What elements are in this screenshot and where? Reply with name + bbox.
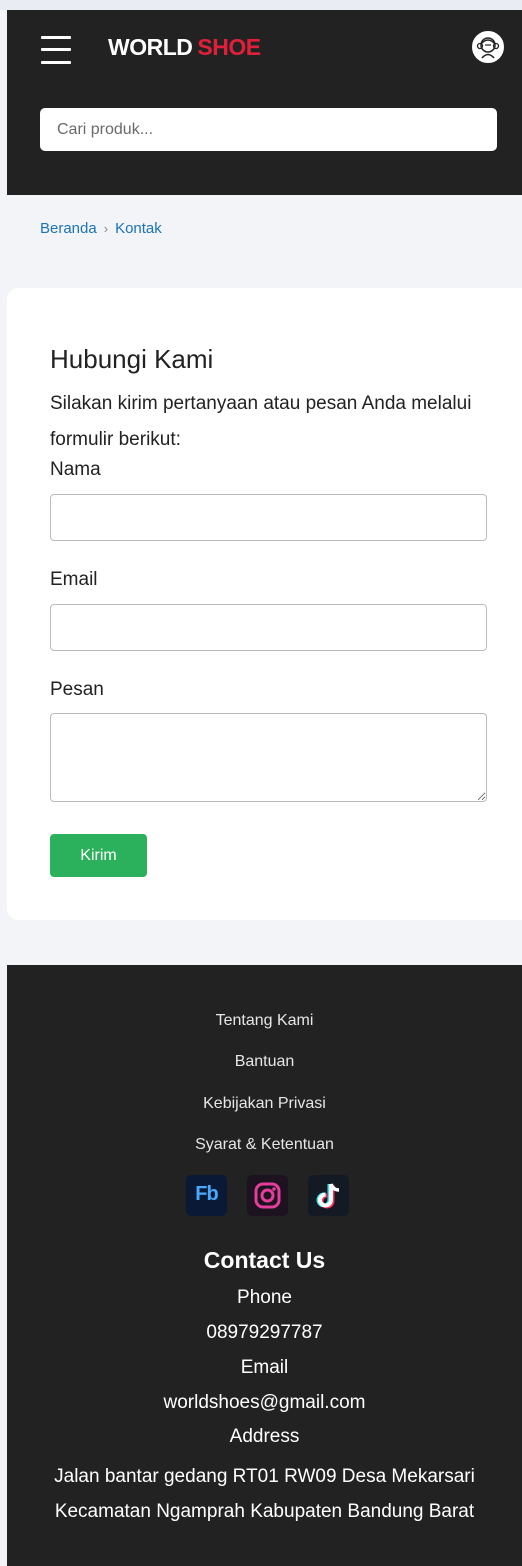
top-strip [0,0,522,10]
address-label: Address [229,1426,300,1447]
message-field[interactable] [50,713,487,802]
facebook-icon-label: Fb [195,1183,218,1205]
breadcrumb-home-link[interactable]: Beranda [40,220,97,237]
footer-link-terms[interactable]: Syarat & Ketentuan [7,1136,522,1154]
submit-button[interactable]: Kirim [50,834,147,877]
form-intro-text: Silakan kirim pertanyaan atau pesan Anda… [50,393,472,450]
logo-word-shoe: SHOE [197,34,261,60]
name-label: Nama [50,459,101,480]
email-address: worldshoes@gmail.com [163,1392,366,1413]
page-title: Hubungi Kami [50,344,214,374]
facebook-icon[interactable]: Fb [186,1175,227,1216]
email-field[interactable] [50,604,487,651]
breadcrumb: Beranda › Kontak [40,220,162,237]
logo-word-world: WORLD [108,34,193,60]
email-label: Email [50,569,98,590]
instagram-icon[interactable] [247,1175,288,1216]
user-avatar-icon[interactable] [470,29,506,65]
site-logo[interactable]: WORLD SHOE [108,34,261,61]
contact-form-card: Hubungi Kami Silakan kirim pertanyaan at… [7,288,522,920]
phone-label: Phone [237,1287,292,1308]
phone-number: 08979297787 [206,1322,323,1343]
footer-link-help[interactable]: Bantuan [7,1053,522,1071]
site-header: WORLD SHOE [7,10,522,195]
menu-icon[interactable] [41,36,71,64]
name-field[interactable] [50,494,487,541]
email-label: Email [240,1357,289,1378]
tiktok-icon[interactable] [308,1175,349,1216]
footer-link-about[interactable]: Tentang Kami [7,1012,522,1030]
breadcrumb-current-link[interactable]: Kontak [115,220,162,237]
search-input[interactable] [40,108,497,151]
address-text: Jalan bantar gedang RT01 RW09 Desa Mekar… [54,1466,475,1522]
footer-link-privacy[interactable]: Kebijakan Privasi [7,1095,522,1113]
breadcrumb-separator: › [103,221,109,236]
site-footer: Tentang Kami Bantuan Kebijakan Privasi S… [7,965,522,1566]
contact-us-title: Contact Us [203,1247,326,1273]
message-label: Pesan [50,679,104,700]
